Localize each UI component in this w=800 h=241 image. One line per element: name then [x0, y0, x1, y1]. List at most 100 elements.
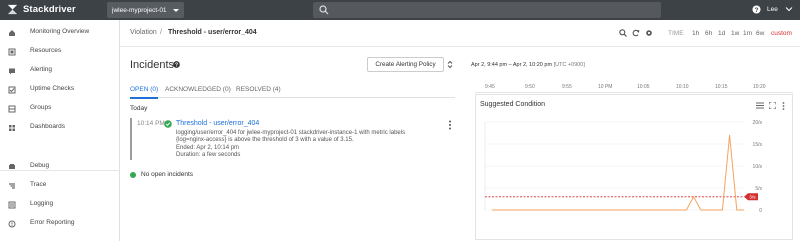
time-tick: 10 PM — [598, 84, 613, 90]
sidebar-item-uptime-checks[interactable]: Uptime Checks — [0, 83, 120, 97]
help-icon[interactable]: ? — [752, 5, 761, 14]
trace-icon — [9, 183, 15, 189]
incident-card[interactable]: 10:14 PM Threshold - user/error_404 logg… — [130, 118, 455, 160]
data-point — [736, 209, 738, 211]
data-point — [729, 134, 731, 136]
svg-text:?: ? — [755, 7, 759, 14]
chevron-down-icon — [172, 8, 179, 12]
sidebar-item-label: Alerting — [30, 66, 53, 73]
breadcrumb-parent[interactable]: Violation — [130, 29, 157, 36]
resources-icon — [8, 48, 16, 56]
sidebar-item-debug[interactable]: Debug — [0, 160, 120, 174]
threshold-badge: 3/s — [744, 193, 758, 201]
user-name[interactable]: Lee — [767, 6, 778, 13]
sidebar: Monitoring Overview Resources Alerting U… — [0, 20, 120, 241]
debug-icon — [9, 164, 15, 169]
create-alerting-policy-label: Create Alerting Policy — [375, 61, 436, 68]
y-tick-label: 10/s — [753, 164, 763, 170]
sidebar-item-monitoring-overview[interactable]: Monitoring Overview — [0, 26, 120, 40]
time-tick: 10:15 — [715, 84, 728, 90]
incident-duration: Duration: a few seconds — [176, 152, 241, 158]
page-title: Threshold - user/error_404 — [168, 29, 257, 36]
data-point — [563, 209, 565, 211]
help-icon[interactable]: ? — [173, 61, 180, 68]
more-vert-icon[interactable] — [448, 120, 452, 130]
sidebar-item-label: Debug — [30, 162, 50, 169]
incident-tabs: OPEN (0) ACKNOWLEDGED (0) RESOLVED (4) — [130, 86, 455, 99]
status-dot-icon — [130, 172, 136, 178]
tab-open[interactable]: OPEN (0) — [130, 86, 158, 93]
expand-collapse-icon[interactable] — [447, 60, 453, 69]
create-alerting-policy-button[interactable]: Create Alerting Policy — [367, 57, 444, 72]
range-6w[interactable]: 6w — [756, 30, 764, 37]
series-line — [492, 135, 744, 211]
graph-range-text: Apr 2, 9:44 pm – Apr 2, 10:20 pm — [471, 62, 553, 68]
group-label-today: Today — [130, 105, 148, 112]
time-tick: 10:20 — [753, 84, 766, 90]
breadcrumb: Violation / Threshold - user/error_404 T… — [120, 20, 800, 47]
sidebar-item-resources[interactable]: Resources — [0, 45, 120, 59]
incident-title-link[interactable]: Threshold - user/error_404 — [176, 120, 259, 127]
active-tab-indicator — [130, 97, 158, 99]
stackdriver-logo-icon — [7, 4, 18, 15]
home-icon — [9, 30, 15, 36]
range-1w[interactable]: 1w — [731, 30, 739, 37]
sidebar-item-error-reporting[interactable]: Error Reporting — [0, 217, 120, 231]
app-name: Stackdriver — [23, 4, 76, 15]
more-vert-icon[interactable] — [782, 102, 785, 110]
sidebar-item-logging[interactable]: Logging — [0, 198, 120, 212]
project-selector[interactable]: jwlee-myproject-01 — [107, 2, 184, 18]
incident-ended: Ended: Apr 2, 10:14 pm — [176, 145, 240, 151]
time-tick: 9:50 — [525, 84, 535, 90]
dashboards-icon — [9, 125, 15, 131]
alerting-icon — [9, 68, 15, 75]
project-name: jwlee-myproject-01 — [112, 6, 167, 14]
chevron-down-icon[interactable] — [785, 5, 793, 13]
app-logo[interactable]: Stackdriver — [6, 3, 76, 16]
sidebar-item-label: Resources — [30, 47, 62, 54]
line-chart: 20/s 15/s 10/s 5/s 0 3/s — [484, 120, 763, 214]
graph-time-range: Apr 2, 9:44 pm – Apr 2, 10:20 pm [UTC +0… — [471, 62, 585, 68]
range-1m[interactable]: 1m — [743, 30, 752, 37]
gear-icon[interactable] — [645, 29, 653, 37]
range-6h[interactable]: 6h — [705, 30, 712, 37]
time-axis — [475, 92, 793, 93]
incident-description: {log=nginx-access} is above the threshol… — [176, 137, 354, 143]
fullscreen-icon[interactable] — [769, 102, 776, 109]
sidebar-item-label: Groups — [30, 104, 52, 111]
graph-timezone: [UTC +0900] — [553, 62, 585, 68]
data-point — [722, 209, 723, 211]
tab-acknowledged[interactable]: ACKNOWLEDGED (0) — [165, 86, 231, 93]
data-point — [714, 209, 716, 211]
y-tick-label: 20/s — [753, 120, 763, 126]
sidebar-item-label: Uptime Checks — [30, 85, 75, 92]
uptime-icon — [8, 86, 16, 94]
data-point — [700, 209, 702, 211]
sidebar-item-groups[interactable]: Groups — [0, 102, 120, 116]
refresh-icon[interactable] — [632, 29, 640, 37]
sidebar-item-label: Monitoring Overview — [30, 28, 90, 35]
breadcrumb-separator: / — [160, 29, 162, 36]
top-bar: Stackdriver jwlee-myproject-01 ? Lee — [0, 0, 800, 20]
legend-icon[interactable] — [756, 102, 764, 109]
incidents-title: Incidents — [130, 59, 175, 71]
tab-resolved[interactable]: RESOLVED (4) — [236, 86, 281, 93]
sidebar-item-label: Dashboards — [30, 123, 66, 130]
sidebar-item-alerting[interactable]: Alerting — [0, 64, 120, 78]
search-bar[interactable] — [313, 2, 661, 18]
zoom-icon[interactable] — [619, 29, 627, 37]
range-custom[interactable]: custom — [771, 30, 792, 37]
sidebar-item-dashboards[interactable]: Dashboards — [0, 121, 120, 135]
sidebar-item-label: Error Reporting — [30, 219, 75, 226]
y-tick-label: 15/s — [753, 142, 763, 148]
time-tick: 9:45 — [485, 84, 495, 90]
range-1h[interactable]: 1h — [692, 30, 699, 37]
sidebar-item-label: Trace — [30, 181, 47, 188]
sidebar-item-label: Logging — [30, 200, 54, 207]
data-point — [635, 209, 637, 211]
data-point — [671, 209, 673, 211]
logging-icon — [8, 201, 16, 209]
data-point — [707, 209, 709, 211]
sidebar-item-trace[interactable]: Trace — [0, 179, 120, 193]
range-1d[interactable]: 1d — [718, 30, 725, 37]
